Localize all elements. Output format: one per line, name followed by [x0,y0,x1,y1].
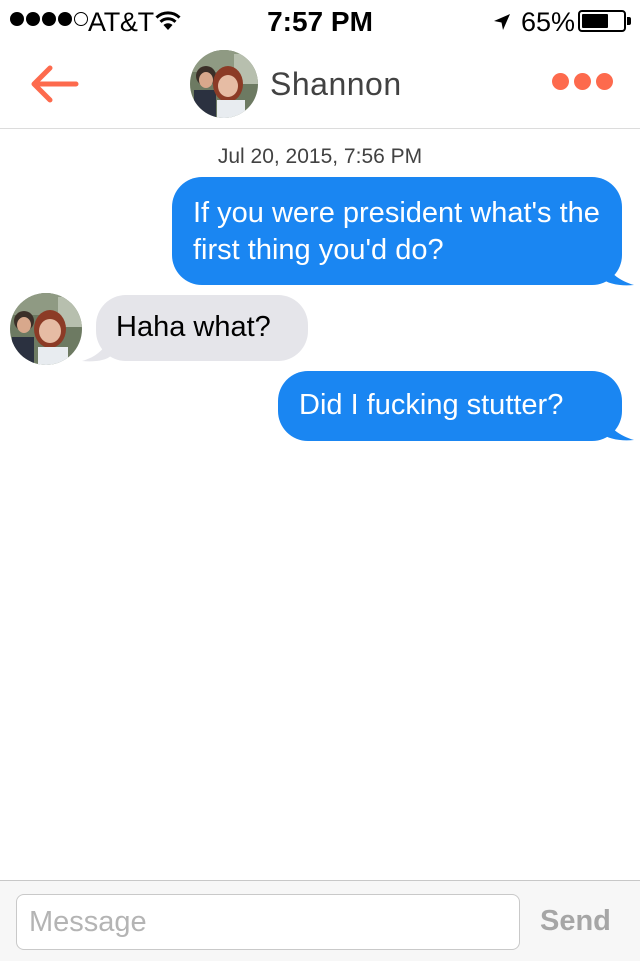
location-arrow-icon [494,14,510,30]
outgoing-bubble-tail [600,410,634,441]
outgoing-message[interactable]: Did I fucking stutter? [278,371,622,441]
contact-avatar[interactable] [190,50,258,118]
back-arrow-icon[interactable] [28,64,80,104]
more-options-icon[interactable] [552,73,613,90]
outgoing-bubble-tail [600,255,634,286]
contact-name[interactable]: Shannon [270,66,402,103]
battery-percent: 65% [521,7,576,37]
send-button[interactable]: Send [540,905,611,938]
status-bar: AT&T 7:57 PM 65% [0,0,640,40]
contact-message-avatar[interactable] [10,293,82,365]
battery-cap [627,17,631,25]
message-timestamp: Jul 20, 2015, 7:56 PM [217,145,423,168]
battery-icon [578,10,626,32]
incoming-message[interactable]: Haha what? [96,295,308,361]
message-input[interactable] [16,894,520,950]
chat-header: Shannon [0,40,640,129]
outgoing-message[interactable]: If you were president what's the first t… [172,177,622,285]
battery-level-fill [582,14,608,28]
message-compose-bar: Send [0,880,640,961]
